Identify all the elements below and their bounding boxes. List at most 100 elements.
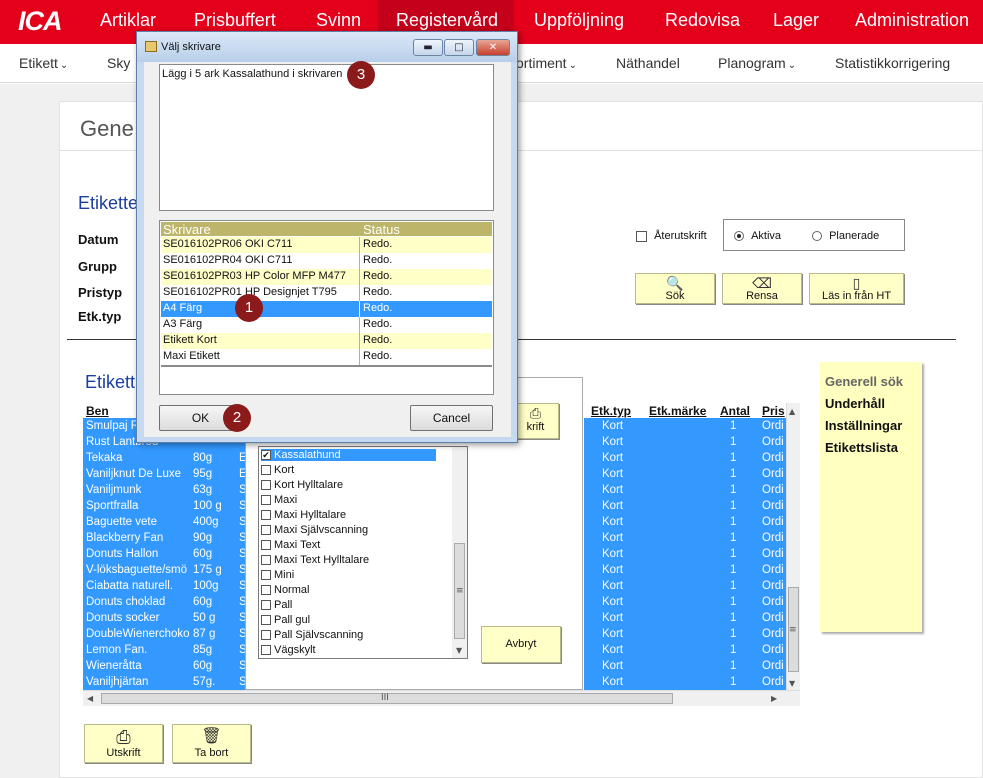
close-icon[interactable]: ✕ xyxy=(476,39,510,56)
maximize-icon[interactable]: □ xyxy=(444,39,474,56)
etikettyp-list-item[interactable]: Normal xyxy=(261,584,309,596)
etikettyp-list-item[interactable]: Maxi Självscanning xyxy=(261,524,368,536)
etikettyp-list-item[interactable]: Maxi Text xyxy=(261,539,320,551)
radio-planerade-dot[interactable] xyxy=(812,231,822,242)
search-button[interactable]: 🔍 Sök xyxy=(635,273,715,304)
checkbox-icon[interactable] xyxy=(261,525,271,536)
checkbox-icon[interactable] xyxy=(261,465,271,476)
minimize-icon[interactable]: ▬ xyxy=(413,39,443,56)
subnav-sky[interactable]: Sky xyxy=(107,55,130,71)
reprint-checkbox[interactable]: Återutskrift xyxy=(636,230,707,242)
subnav-statistikkorrigering[interactable]: Statistikkorrigering xyxy=(835,55,950,71)
reprint-label: Återutskrift xyxy=(654,230,707,242)
etikettyp-list-item[interactable]: Maxi xyxy=(261,494,297,506)
message-textbox[interactable] xyxy=(159,64,494,211)
col-header-etktyp[interactable]: Etk.typ xyxy=(591,404,631,418)
nav-redovisa[interactable]: Redovisa xyxy=(665,10,740,31)
checkbox-icon[interactable] xyxy=(261,495,271,506)
printer-name: Etikett Kort xyxy=(163,334,217,346)
etikettyp-list-item[interactable]: Mini xyxy=(261,569,294,581)
printer-row[interactable]: SE016102PR06 OKI C711 Redo. xyxy=(161,237,492,253)
etikettyp-list-item[interactable]: Maxi Text Hylltalare xyxy=(261,554,369,566)
sidebar-item-etikettslista[interactable]: Etikettslista xyxy=(825,440,898,455)
checkbox-icon[interactable] xyxy=(261,570,271,581)
nav-lager[interactable]: Lager xyxy=(773,10,819,31)
printer-row[interactable]: A3 Färg Redo. xyxy=(161,317,492,333)
table-cell-weight: 60g xyxy=(193,596,213,608)
table-cell-weight: 50 g xyxy=(193,612,216,624)
col-header-ben[interactable]: Ben xyxy=(86,404,109,418)
col-header-status[interactable]: Status xyxy=(363,222,400,237)
etikettyp-list-item[interactable]: Pall Självscanning xyxy=(261,629,363,641)
scroll-up-arrow-icon[interactable]: ▲ xyxy=(789,407,795,416)
read-from-ht-button[interactable]: ▯ Läs in från HT xyxy=(809,273,904,304)
checkbox-icon[interactable] xyxy=(261,645,271,656)
printer-row[interactable]: SE016102PR04 OKI C711 Redo. xyxy=(161,253,492,269)
trash-icon: 🗑 xyxy=(201,728,222,745)
subnav-sortiment[interactable]: ortiment ⌄ xyxy=(516,55,577,71)
utskrift-button[interactable]: ⎙ Utskrift xyxy=(84,724,163,763)
table-cell-antal: 1 xyxy=(730,452,737,464)
printer-row[interactable]: Etikett Kort Redo. xyxy=(161,333,492,349)
radio-planerade[interactable]: Planerade xyxy=(812,230,879,242)
sidebar-item-underhall[interactable]: Underhåll xyxy=(825,396,885,411)
cancel-button[interactable]: Cancel xyxy=(410,405,493,431)
scroll-down-arrow-icon[interactable]: ▼ xyxy=(456,646,462,655)
subnav-planogram[interactable]: Planogram ⌄ xyxy=(718,55,796,71)
col-header-printer[interactable]: Skrivare xyxy=(163,222,211,237)
printer-row[interactable]: SE016102PR03 HP Color MFP M477 Redo. xyxy=(161,269,492,285)
reprint-checkbox-box[interactable] xyxy=(636,230,647,242)
radio-aktiva[interactable]: Aktiva xyxy=(734,230,781,242)
nav-artiklar[interactable]: Artiklar xyxy=(100,10,156,31)
app-icon xyxy=(145,41,157,52)
checkbox-icon[interactable] xyxy=(261,510,271,521)
etikettyp-list-item[interactable]: Kort xyxy=(261,464,294,476)
scroll-left-arrow-icon[interactable]: ◀ xyxy=(87,694,93,703)
printer-row[interactable]: SE016102PR01 HP Designjet T795 Redo. xyxy=(161,285,492,301)
scroll-down-arrow-icon[interactable]: ▼ xyxy=(789,679,795,688)
message-text: Lägg i 5 ark Kassalathund i skrivaren xyxy=(162,68,343,80)
clear-button[interactable]: ⌫ Rensa xyxy=(722,273,802,304)
checkbox-icon[interactable] xyxy=(261,555,271,566)
etikettyp-list-item[interactable]: Kort Hylltalare xyxy=(261,479,343,491)
nav-administration[interactable]: Administration xyxy=(855,10,969,31)
delete-button[interactable]: 🗑 Ta bort xyxy=(172,724,251,763)
nav-prisbuffert[interactable]: Prisbuffert xyxy=(194,10,276,31)
nav-registervard[interactable]: Registervård xyxy=(396,10,498,31)
nav-uppfoljning[interactable]: Uppföljning xyxy=(534,10,624,31)
table-horizontal-scrollbar[interactable]: ◀ III ▶ xyxy=(83,690,800,706)
printer-row[interactable]: A4 Färg Redo. xyxy=(161,301,492,317)
col-header-antal[interactable]: Antal xyxy=(720,404,750,418)
table-cell-weight: 95g xyxy=(193,468,213,480)
col-header-pris[interactable]: Pris xyxy=(762,404,785,418)
table-cell-antal: 1 xyxy=(730,644,737,656)
print-etikett-button[interactable]: ⎙ krift xyxy=(512,403,559,439)
etikettyp-list[interactable] xyxy=(258,446,468,659)
sidebar-item-installningar[interactable]: Inställningar xyxy=(825,418,902,433)
abort-button[interactable]: Avbryt xyxy=(481,626,561,663)
checkbox-icon[interactable] xyxy=(261,600,271,611)
etikettyp-list-item[interactable]: Maxi Hylltalare xyxy=(261,509,346,521)
etikettyp-list-item[interactable]: ✔ Kassalathund xyxy=(261,449,436,461)
ica-logo[interactable]: ICA xyxy=(18,6,62,37)
radio-aktiva-dot[interactable] xyxy=(734,231,744,242)
subnav-nathandel[interactable]: Näthandel xyxy=(616,55,680,71)
table-cell-pris: Ordi xyxy=(762,468,784,480)
subnav-etikett[interactable]: Etikett ⌄ xyxy=(19,55,68,71)
etikettyp-list-item[interactable]: Pall xyxy=(261,599,292,611)
etikettyp-list-item[interactable]: Pall gul xyxy=(261,614,310,626)
table-vertical-scrollbar[interactable]: ▲ ≡ ▼ xyxy=(786,403,800,690)
checkbox-icon[interactable] xyxy=(261,480,271,491)
checked-checkbox-icon[interactable]: ✔ xyxy=(261,450,271,461)
checkbox-icon[interactable] xyxy=(261,615,271,626)
print-etikett-label: krift xyxy=(526,421,545,433)
col-header-etkmarke[interactable]: Etk.märke xyxy=(649,404,706,418)
printer-row[interactable]: Maxi Etikett Redo. xyxy=(161,349,492,365)
checkbox-icon[interactable] xyxy=(261,630,271,641)
checkbox-icon[interactable] xyxy=(261,540,271,551)
checkbox-icon[interactable] xyxy=(261,585,271,596)
scroll-right-arrow-icon[interactable]: ▶ xyxy=(771,694,777,703)
nav-svinn[interactable]: Svinn xyxy=(316,10,361,31)
etikettyp-list-item[interactable]: Vägskylt xyxy=(261,644,316,656)
sidebar-item-generell-sok[interactable]: Generell sök xyxy=(825,374,903,389)
